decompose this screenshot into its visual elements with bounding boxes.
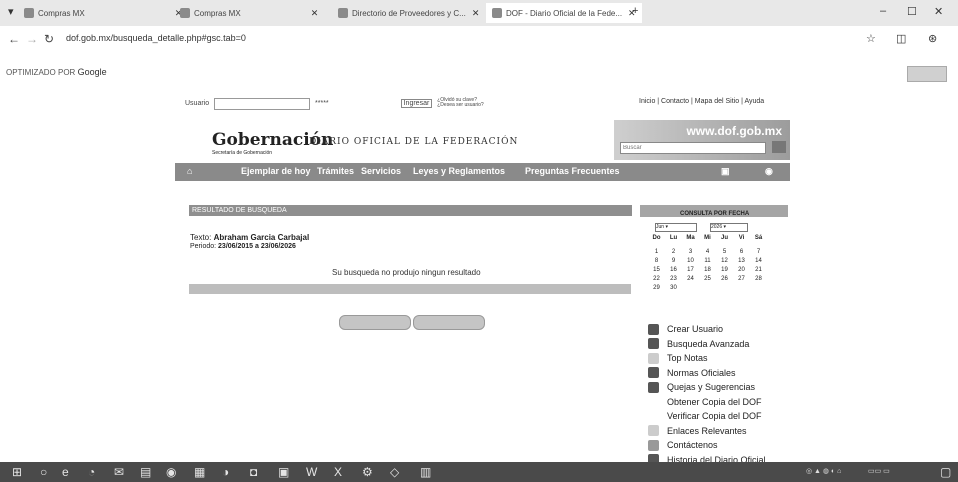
menu-leyes[interactable]: Leyes y Reglamentos — [413, 166, 505, 176]
sidebar-item-obtener-copia[interactable]: Obtener Copia del DOF — [648, 395, 766, 410]
store-icon[interactable]: ◘ — [250, 465, 257, 479]
nom-icon — [648, 367, 659, 379]
tab-menu-icon[interactable]: ▾ — [8, 5, 14, 18]
app2-icon[interactable]: ◇ — [390, 465, 399, 479]
edge-icon[interactable]: e — [62, 465, 69, 479]
chrome-icon[interactable]: ◉ — [166, 465, 176, 479]
sidebar-item-verificar-copia[interactable]: Verificar Copia del DOF — [648, 409, 766, 424]
calculator-icon[interactable]: ▦ — [194, 465, 205, 479]
menu-decor-icon: ▣ — [721, 166, 730, 176]
bookmark-star-icon[interactable]: ☆ — [866, 32, 876, 45]
links-icon — [648, 425, 659, 437]
folder-icon[interactable]: ▤ — [140, 465, 151, 479]
sidebar-links: Crear Usuario Busqueda Avanzada Top Nota… — [648, 322, 766, 467]
search-icon — [648, 338, 659, 350]
site-search-input[interactable] — [620, 142, 766, 154]
sidebar-item-contactenos[interactable]: Contáctenos — [648, 438, 766, 453]
no-results-message: Su busqueda no produjo ningun resultado — [332, 268, 481, 277]
close-tab-icon[interactable]: ✕ — [472, 8, 480, 19]
diario-oficial-title: DIARIO OFICIAL DE LA FEDERACIÓN — [309, 137, 519, 147]
firefox-icon[interactable]: ◔ — [88, 465, 95, 479]
notes-icon — [648, 352, 659, 364]
favicon-icon — [24, 8, 34, 18]
browser-tab-bar: ▾ Compras MX ✕ Compras MX ✕ Directorio de … — [0, 0, 958, 26]
main-menu-bar: ⌂ Ejemplar de hoy Trámites Servicios Ley… — [175, 163, 790, 181]
tab-dof[interactable]: DOF - Diario Oficial de la Fede... ✕ — [486, 3, 642, 23]
profile-icon[interactable]: ◫ — [896, 32, 906, 45]
forward-icon[interactable]: → — [26, 32, 38, 46]
new-tab-icon[interactable]: + — [632, 5, 638, 17]
back-icon[interactable]: ← — [8, 32, 20, 46]
maximize-icon[interactable]: ☐ — [907, 5, 917, 18]
site-url: www.dof.gob.mx — [686, 124, 782, 138]
google-brand: Google — [77, 67, 107, 77]
tab-compras-1[interactable]: Compras MX ✕ — [24, 3, 182, 23]
system-tray-icons[interactable]: ◎ ▲ ◍ ◐ ⌂ — [806, 467, 841, 475]
address-bar: ← → ↻ dof.gob.mx/busqueda_detalle.php#gs… — [0, 26, 958, 52]
sidebar-item-enlaces[interactable]: Enlaces Relevantes — [648, 424, 766, 439]
menu-servicios[interactable]: Servicios — [361, 166, 401, 176]
top-links[interactable]: Inicio | Contacto | Mapa del Sitio | Ayu… — [639, 98, 764, 105]
user-icon — [648, 323, 659, 335]
extensions-icon[interactable]: ⊛ — [928, 32, 937, 45]
tab-directorio[interactable]: Directorio de Proveedores y C... ✕ — [338, 3, 479, 23]
complaints-icon — [648, 381, 659, 393]
back-button[interactable] — [339, 315, 411, 330]
menu-ejemplar[interactable]: Ejemplar de hoy — [241, 166, 311, 176]
home-icon[interactable]: ⌂ — [187, 166, 192, 176]
username-input[interactable] — [214, 98, 311, 110]
dof-favicon-icon — [492, 8, 502, 18]
translate-widget[interactable] — [907, 66, 947, 82]
calendar-grid[interactable]: 1234567 8 9 10 11 12 13 14 15 16 17 18 19 20 21 22 23… — [648, 248, 767, 293]
google-optimized-bar: OPTIMIZADO POR Google — [6, 67, 107, 77]
blank-icon — [648, 396, 659, 408]
results-header: RESULTADO DE BUSQUEDA — [189, 205, 632, 216]
tab-compras-2[interactable]: Compras MX ✕ — [180, 3, 318, 23]
help-icon[interactable]: ◉ — [765, 166, 773, 177]
calendar-weekdays: Do Lu Ma Mi Ju Vi Sá — [652, 235, 763, 241]
calendar-title: CONSULTA POR FECHA — [680, 211, 750, 217]
search-period-line: Periodo: 23/06/2015 a 23/06/2026 — [190, 243, 296, 250]
notifications-icon[interactable]: ▢ — [940, 465, 951, 479]
app3-icon[interactable]: ▥ — [420, 465, 431, 479]
register-link[interactable]: ¿Desea ser usuario? — [437, 102, 483, 108]
sidebar-item-crear-usuario[interactable]: Crear Usuario — [648, 322, 766, 337]
year-select[interactable]: 2026 ▾ — [710, 223, 748, 232]
sidebar-item-normas[interactable]: Normas Oficiales — [648, 366, 766, 381]
app-icon[interactable]: ◑ — [222, 465, 229, 479]
login-button[interactable]: Ingresar — [400, 99, 433, 108]
close-tab-icon[interactable]: ✕ — [311, 8, 319, 19]
blank-icon — [648, 410, 659, 422]
excel-icon[interactable]: X — [334, 465, 342, 479]
results-footer-bar — [189, 284, 631, 294]
globe-icon — [338, 8, 348, 18]
month-select[interactable]: Jun ▾ — [655, 223, 697, 232]
search-text-line: Texto: Abraham Garcia Carbajal — [190, 233, 310, 242]
search-go-button[interactable] — [772, 141, 786, 153]
close-window-icon[interactable]: ✕ — [934, 5, 943, 18]
word-icon[interactable]: W — [306, 465, 317, 479]
sidebar-item-top-notas[interactable]: Top Notas — [648, 351, 766, 366]
login-row: Usuario ***** Ingresar ¿Olvidó su clave?… — [185, 97, 484, 110]
sidebar-item-quejas[interactable]: Quejas y Sugerencias — [648, 380, 766, 395]
mail-icon[interactable]: ✉ — [114, 465, 124, 479]
calendar-app-icon[interactable]: ▣ — [278, 465, 289, 479]
contact-icon — [648, 439, 659, 451]
os-taskbar: ⊞ ○ e ◔ ✉ ▤ ◉ ▦ ◑ ◘ ▣ W X ⚙ ◇ ▥ ◎ ▲ ◍ ◐ … — [0, 462, 958, 482]
clock[interactable]: ▭▭ ▭ — [868, 467, 890, 475]
settings-icon[interactable]: ⚙ — [362, 465, 373, 479]
menu-tramites[interactable]: Trámites — [317, 166, 354, 176]
url-field[interactable]: dof.gob.mx/busqueda_detalle.php#gsc.tab=… — [66, 33, 246, 43]
new-search-button[interactable] — [413, 315, 485, 330]
reload-icon[interactable]: ↻ — [44, 32, 54, 46]
password-input[interactable]: ***** — [315, 100, 329, 107]
favicon-icon — [180, 8, 190, 18]
windows-start-icon[interactable]: ⊞ — [12, 465, 22, 479]
search-icon[interactable]: ○ — [40, 465, 47, 479]
menu-preguntas[interactable]: Preguntas Frecuentes — [525, 166, 620, 176]
sidebar-item-busqueda-avanzada[interactable]: Busqueda Avanzada — [648, 337, 766, 352]
minimize-icon[interactable]: – — [880, 5, 886, 17]
header-banner: www.dof.gob.mx — [614, 120, 790, 160]
